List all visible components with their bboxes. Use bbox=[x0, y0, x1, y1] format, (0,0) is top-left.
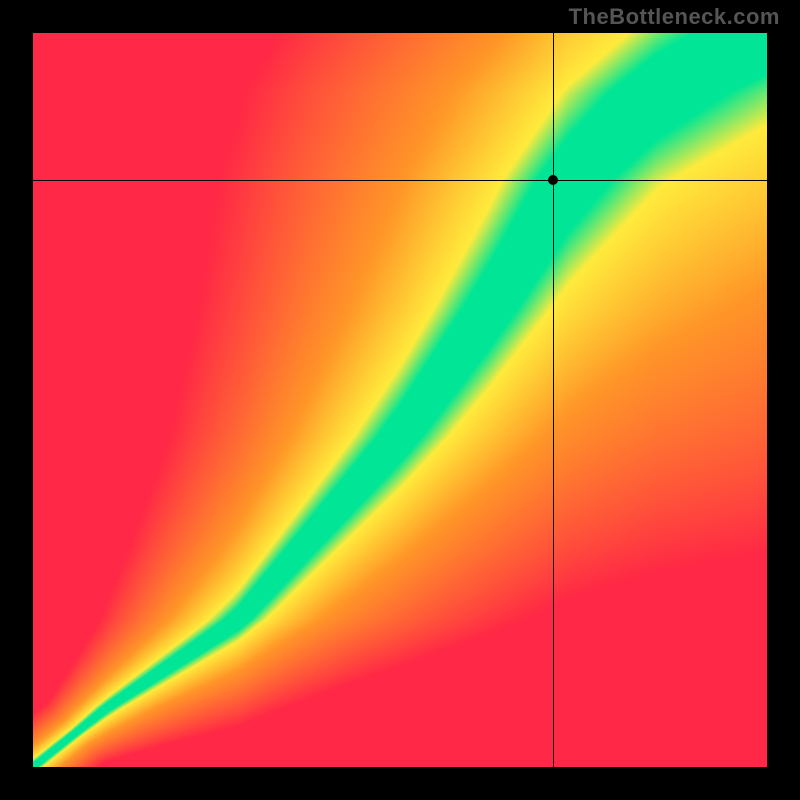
crosshair-horizontal bbox=[33, 180, 767, 181]
crosshair-vertical bbox=[553, 33, 554, 767]
heatmap-plot bbox=[33, 33, 767, 767]
chart-frame: TheBottleneck.com bbox=[0, 0, 800, 800]
crosshair-marker bbox=[548, 175, 558, 185]
watermark-text: TheBottleneck.com bbox=[569, 4, 780, 30]
heatmap-canvas bbox=[33, 33, 767, 767]
